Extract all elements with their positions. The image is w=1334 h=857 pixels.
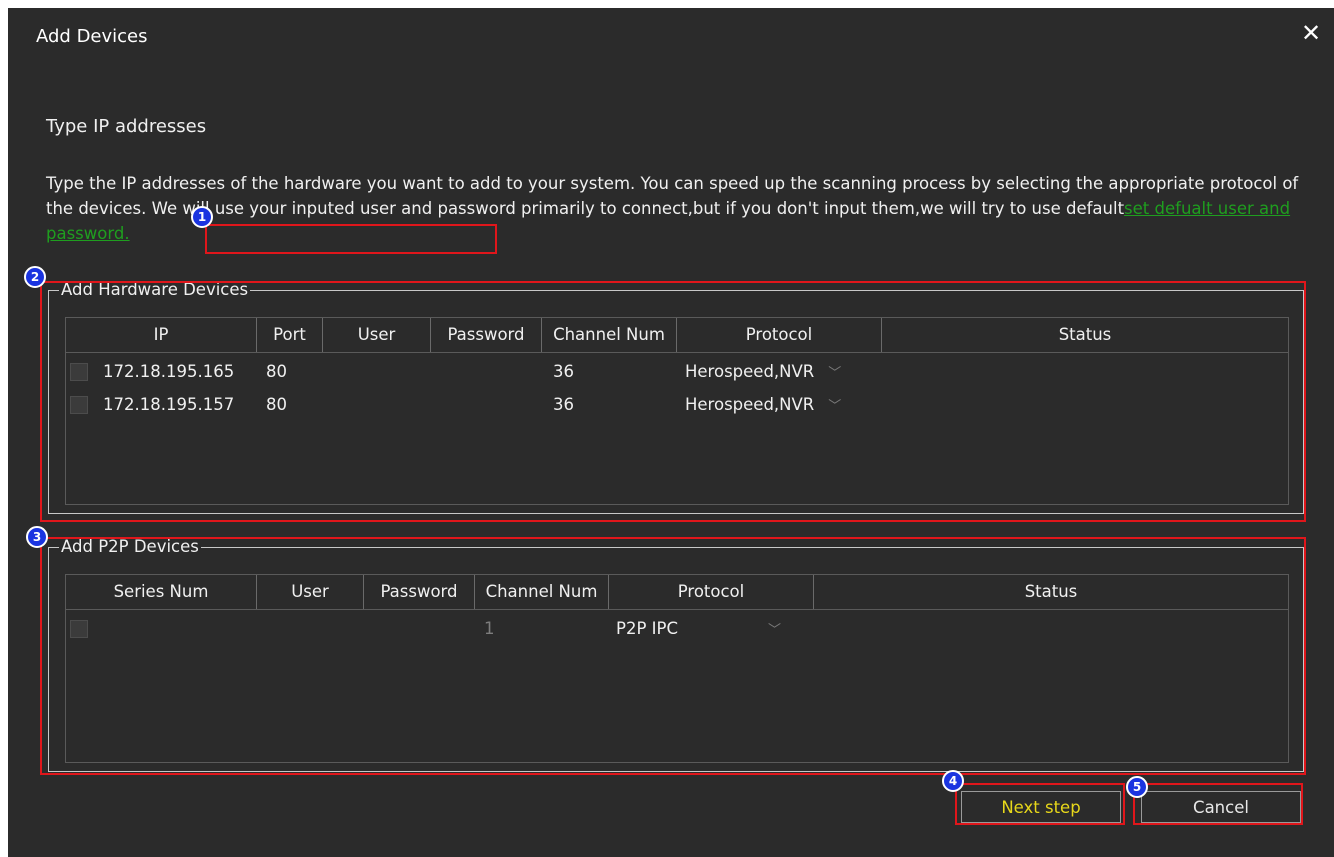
step-marker-2: 2 (24, 266, 46, 288)
chevron-down-icon[interactable]: ﹀ (768, 623, 781, 638)
column-header-user[interactable]: User (257, 575, 364, 609)
chevron-down-icon[interactable]: ﹀ (828, 366, 841, 381)
table-header: Series Num User Password Channel Num Pro… (66, 575, 1288, 610)
table-row[interactable]: 1 P2P IPC ﹀ (66, 614, 1288, 644)
protocol-value: P2P IPC (616, 619, 678, 638)
protocol-value: Herospeed,NVR (685, 395, 815, 414)
dialog-title: Add Devices (36, 26, 148, 47)
protocol-select[interactable]: Herospeed,NVR ﹀ (685, 357, 841, 387)
row-checkbox[interactable] (70, 363, 88, 381)
channel-cell[interactable]: 36 (553, 390, 574, 420)
column-header-status[interactable]: Status (882, 318, 1288, 352)
close-icon[interactable]: ✕ (1298, 20, 1324, 46)
column-header-password[interactable]: Password (364, 575, 475, 609)
protocol-select[interactable]: P2P IPC ﹀ (616, 614, 781, 644)
section-heading: Type IP addresses (46, 116, 207, 137)
ip-cell[interactable]: 172.18.195.165 (103, 357, 234, 387)
protocol-value: Herospeed,NVR (685, 362, 815, 381)
table-row[interactable]: 172.18.195.165 80 36 Herospeed,NVR ﹀ (66, 357, 1288, 387)
hardware-devices-group: Add Hardware Devices IP Port User Passwo… (48, 280, 1304, 514)
row-checkbox[interactable] (70, 396, 88, 414)
add-devices-dialog: Add Devices ✕ Type IP addresses Type the… (8, 8, 1334, 857)
hardware-devices-table: IP Port User Password Channel Num Protoc… (65, 317, 1289, 505)
column-header-channel-num[interactable]: Channel Num (475, 575, 609, 609)
cancel-button[interactable]: Cancel (1141, 791, 1301, 823)
next-step-button[interactable]: Next step (961, 791, 1121, 823)
port-cell[interactable]: 80 (266, 390, 287, 420)
column-header-protocol[interactable]: Protocol (677, 318, 882, 352)
table-row[interactable]: 172.18.195.157 80 36 Herospeed,NVR ﹀ (66, 390, 1288, 420)
row-checkbox[interactable] (70, 620, 88, 638)
column-header-ip[interactable]: IP (66, 318, 257, 352)
p2p-devices-group: Add P2P Devices Series Num User Password… (48, 537, 1304, 772)
port-cell[interactable]: 80 (266, 357, 287, 387)
p2p-devices-table: Series Num User Password Channel Num Pro… (65, 574, 1289, 763)
description-text: Type the IP addresses of the hardware yo… (46, 171, 1306, 246)
step-marker-1: 1 (191, 206, 213, 228)
column-header-status[interactable]: Status (814, 575, 1288, 609)
ip-cell[interactable]: 172.18.195.157 (103, 390, 234, 420)
column-header-user[interactable]: User (323, 318, 431, 352)
hardware-devices-legend: Add Hardware Devices (59, 280, 251, 299)
step-marker-3: 3 (26, 526, 48, 548)
column-header-series-num[interactable]: Series Num (66, 575, 257, 609)
protocol-select[interactable]: Herospeed,NVR ﹀ (685, 390, 841, 420)
channel-cell[interactable]: 1 (484, 614, 495, 644)
channel-cell[interactable]: 36 (553, 357, 574, 387)
column-header-password[interactable]: Password (431, 318, 542, 352)
description-body: Type the IP addresses of the hardware yo… (46, 174, 1299, 218)
column-header-protocol[interactable]: Protocol (609, 575, 814, 609)
chevron-down-icon[interactable]: ﹀ (828, 399, 841, 414)
step-marker-4: 4 (942, 770, 964, 792)
column-header-channel-num[interactable]: Channel Num (542, 318, 677, 352)
p2p-devices-legend: Add P2P Devices (59, 537, 201, 556)
step-marker-5: 5 (1126, 776, 1148, 798)
column-header-port[interactable]: Port (257, 318, 323, 352)
table-header: IP Port User Password Channel Num Protoc… (66, 318, 1288, 353)
